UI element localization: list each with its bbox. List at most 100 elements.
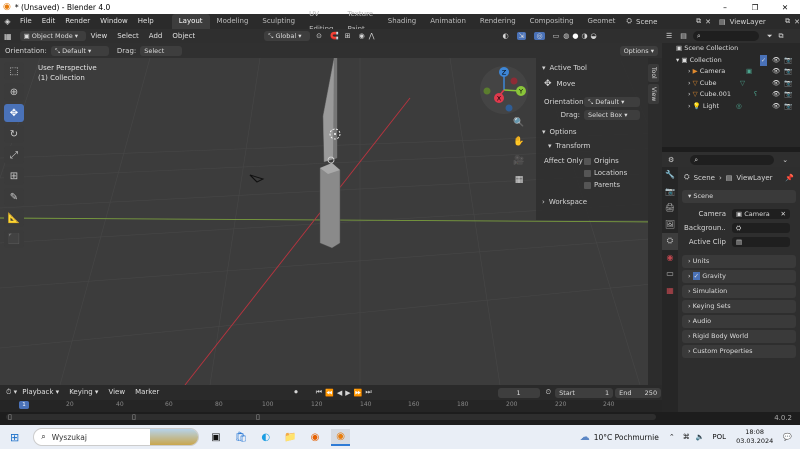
- scene-tab-icon[interactable]: ⛭: [662, 233, 678, 250]
- menu-timeline-view[interactable]: View: [103, 385, 130, 400]
- visibility-eye-icon[interactable]: 👁: [772, 55, 780, 67]
- visibility-eye-icon[interactable]: 👁: [772, 78, 780, 90]
- timeline-ruler[interactable]: 1 20 40 60 80 100 120 140 160 180 200 22…: [0, 400, 662, 412]
- rotate-tool-icon[interactable]: ↻: [4, 125, 24, 143]
- options-header[interactable]: Options: [550, 128, 577, 136]
- shading-solid-icon[interactable]: ●: [572, 32, 578, 40]
- file-explorer-icon[interactable]: 📁: [284, 432, 296, 443]
- world-tab-icon[interactable]: ◉: [662, 250, 678, 267]
- next-keyframe-icon[interactable]: ⏩: [354, 389, 363, 397]
- clock[interactable]: 18:08 03.03.2024: [736, 428, 773, 446]
- network-icon[interactable]: ⌘: [683, 433, 690, 441]
- outliner-row-cube-001[interactable]: › ▽ Cube.001 ʕ 👁 📷: [662, 89, 800, 101]
- minimize-button[interactable]: –: [710, 3, 740, 12]
- transform-tool-icon[interactable]: ⊞: [4, 167, 24, 185]
- proportional-edit-icon[interactable]: ◉: [359, 32, 365, 40]
- select-box-tool-icon[interactable]: ⬚: [4, 62, 24, 80]
- output-tab-icon[interactable]: 🖨: [662, 200, 678, 217]
- collection-tab-icon[interactable]: ▭: [662, 266, 678, 283]
- render-camera-icon[interactable]: 📷: [784, 89, 792, 101]
- close-button[interactable]: ✕: [770, 3, 800, 12]
- clear-camera-icon[interactable]: ✕: [781, 209, 786, 219]
- editor-type-icon[interactable]: ▦: [4, 32, 12, 41]
- workspace-header[interactable]: Workspace: [549, 198, 587, 206]
- tab-animation[interactable]: Animation: [423, 14, 473, 29]
- transform-chevron-icon[interactable]: ▾: [548, 142, 552, 150]
- tab-layout[interactable]: Layout: [171, 14, 210, 29]
- menu-view[interactable]: View: [86, 29, 113, 44]
- section-gravity[interactable]: › ✓ Gravity: [682, 270, 796, 283]
- menu-playback[interactable]: Playback ▾: [17, 385, 64, 400]
- origins-checkbox[interactable]: [584, 157, 591, 165]
- section-rigid-body-world[interactable]: › Rigid Body World: [682, 330, 796, 343]
- section-keying-sets[interactable]: › Keying Sets: [682, 300, 796, 313]
- cube-tall-object[interactable]: [319, 162, 341, 249]
- menu-help[interactable]: Help: [133, 14, 159, 29]
- navigation-gizmo[interactable]: Z Y X: [478, 64, 530, 116]
- new-view-layer-icon[interactable]: ⧉: [785, 17, 790, 26]
- pan-hand-icon[interactable]: ✋: [510, 133, 528, 152]
- outliner-editor-icon[interactable]: ☰: [666, 32, 672, 40]
- section-units[interactable]: › Units: [682, 255, 796, 268]
- properties-editor-icon[interactable]: ⚙: [668, 156, 674, 164]
- render-camera-icon[interactable]: 📷: [784, 66, 792, 78]
- tab-rendering[interactable]: Rendering: [473, 14, 523, 29]
- visibility-eye-icon[interactable]: 👁: [772, 89, 780, 101]
- parents-checkbox[interactable]: [584, 181, 591, 189]
- perspective-grid-icon[interactable]: ▦: [510, 171, 528, 190]
- menu-object[interactable]: Object: [167, 29, 200, 44]
- camera-object[interactable]: [249, 174, 265, 183]
- render-tab-icon[interactable]: 📷: [662, 184, 678, 201]
- visibility-eye-icon[interactable]: 👁: [772, 101, 780, 113]
- shading-material-icon[interactable]: ◑: [581, 32, 587, 40]
- timeline-editor-icon[interactable]: ⏱ ▾: [6, 388, 17, 397]
- drag-dropdown[interactable]: Select Box ▾: [584, 110, 640, 120]
- outliner-filter-icon[interactable]: ▤: [680, 32, 687, 40]
- outliner-row-cube[interactable]: › ▽ Cube ▽ 👁 📷: [662, 78, 800, 90]
- outliner-row-collection[interactable]: ▾ ▣ Collection ✓ 👁 📷: [662, 54, 800, 67]
- frame-indicator[interactable]: 1: [19, 401, 29, 409]
- tab-geometry[interactable]: Geomet: [581, 14, 623, 29]
- cursor-tool-icon[interactable]: ⊕: [4, 83, 24, 101]
- camera-field[interactable]: ▣ Camera ✕: [732, 209, 790, 219]
- workspace-chevron-icon[interactable]: ›: [542, 198, 545, 206]
- outliner-row-scene-collection[interactable]: ▣ Scene Collection: [662, 43, 800, 55]
- tool-tab-icon[interactable]: 🔧: [662, 167, 678, 184]
- view-layer-selector[interactable]: ViewLayer: [730, 18, 781, 26]
- scale-tool-icon[interactable]: ⤢: [4, 146, 24, 164]
- task-view-icon[interactable]: ▣: [211, 432, 220, 443]
- scene-selector[interactable]: Scene: [636, 18, 692, 26]
- move-tool-icon[interactable]: ✥: [4, 104, 24, 122]
- pivot-icon[interactable]: ⊙: [316, 32, 322, 40]
- blade-object[interactable]: [322, 58, 338, 163]
- active-clip-field[interactable]: ▤: [732, 237, 790, 247]
- maximize-button[interactable]: ❐: [740, 3, 770, 12]
- tab-sculpting[interactable]: Sculpting: [255, 14, 302, 29]
- checkbox-icon[interactable]: ✓: [760, 54, 768, 66]
- tab-tool[interactable]: Tool: [648, 64, 659, 82]
- new-collection-icon[interactable]: ⧉: [779, 32, 784, 41]
- mode-selector[interactable]: ▣ Object Mode ▾: [19, 31, 86, 41]
- weather-label[interactable]: 10°C Pochmurnie: [594, 433, 659, 442]
- delete-view-layer-icon[interactable]: ✕: [794, 18, 800, 26]
- measure-tool-icon[interactable]: 📐: [4, 209, 24, 227]
- timeline-scrollbar[interactable]: [6, 414, 656, 420]
- background-scene-field[interactable]: ⛭: [732, 223, 790, 233]
- orientation-dropdown[interactable]: ⤡ Default ▾: [584, 97, 640, 107]
- add-cube-tool-icon[interactable]: ⬛: [4, 230, 24, 248]
- render-camera-icon[interactable]: 📷: [784, 101, 792, 113]
- volume-icon[interactable]: 🔈: [696, 433, 705, 441]
- preview-range-icon[interactable]: ⏲: [546, 388, 551, 397]
- texture-tab-icon[interactable]: ▦: [662, 283, 678, 300]
- drag-dropdown[interactable]: Select Box: [140, 45, 183, 65]
- orientation-dropdown[interactable]: ⤡ Default ▾: [50, 45, 109, 56]
- blender-menu-icon[interactable]: ◈: [0, 17, 15, 26]
- play-reverse-icon[interactable]: ◀: [337, 389, 342, 397]
- end-frame-field[interactable]: End 250: [615, 387, 662, 398]
- snap-target-icon[interactable]: ⊞: [345, 32, 351, 40]
- menu-add[interactable]: Add: [144, 29, 168, 44]
- shading-rendered-icon[interactable]: ◒: [591, 32, 597, 40]
- render-camera-icon[interactable]: 📷: [784, 55, 792, 67]
- visibility-icon[interactable]: ◐: [503, 32, 509, 40]
- menu-window[interactable]: Window: [95, 14, 133, 29]
